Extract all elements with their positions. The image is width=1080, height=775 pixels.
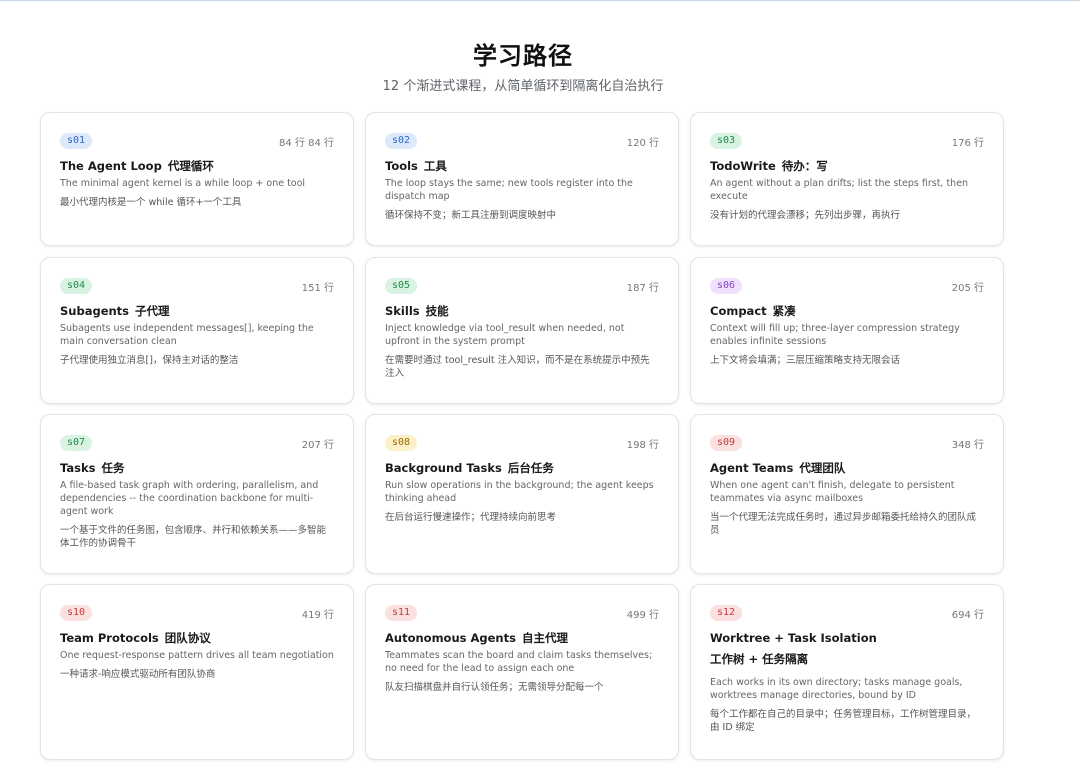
lesson-desc-zh: 没有计划的代理会漂移；先列出步骤，再执行 — [710, 210, 901, 221]
lesson-card-s09[interactable]: s09 348 行 Agent Teams 代理团队 When one agent… — [690, 414, 1004, 574]
lesson-title-zh: 工作树 + 任务隔离 — [710, 652, 809, 666]
line-count: 187 行 — [626, 282, 659, 294]
lesson-desc-zh: 一个基于文件的任务图，包含顺序、并行和依赖关系——多智能体工作的协调骨干 — [60, 525, 327, 549]
lesson-badge: s08 — [385, 435, 418, 451]
lesson-card-s11[interactable]: s11 499 行 Autonomous Agents 自主代理 Teammate… — [365, 584, 679, 760]
lesson-desc-en: Each works in its own directory; tasks m… — [710, 677, 963, 701]
lesson-card-s08[interactable]: s08 198 行 Background Tasks 后台任务 Run slow … — [365, 414, 679, 574]
lesson-desc-zh: 循环保持不变；新工具注册到调度映射中 — [385, 210, 557, 221]
line-count: 419 行 — [301, 609, 334, 621]
lesson-title: Background Tasks 后台任务 — [385, 461, 554, 475]
top-divider — [0, 0, 1080, 1]
page-title: 学习路径 — [473, 42, 573, 70]
lesson-badge: s10 — [60, 605, 93, 621]
lesson-title: Team Protocols 团队协议 — [60, 631, 211, 645]
lesson-badge: s07 — [60, 435, 93, 451]
lesson-badge: s11 — [385, 605, 418, 621]
lesson-desc-zh: 最小代理内核是一个 while 循环+一个工具 — [60, 197, 242, 208]
lesson-card-s01[interactable]: s01 84 行 84 行 The Agent Loop 代理循环 The min… — [40, 112, 354, 246]
line-count: 176 行 — [951, 137, 984, 149]
line-count: 151 行 — [301, 282, 334, 294]
lesson-desc-en: The loop stays the same; new tools regis… — [385, 178, 633, 202]
lesson-desc-en: A file-based task graph with ordering, p… — [60, 480, 319, 517]
lesson-title: Skills 技能 — [385, 304, 449, 318]
lesson-card-s05[interactable]: s05 187 行 Skills 技能 Inject knowledge via … — [365, 257, 679, 404]
lesson-desc-zh: 在后台运行慢速操作；代理持续向前思考 — [385, 512, 557, 523]
line-count: 84 行 84 行 — [279, 137, 334, 149]
lesson-badge: s06 — [710, 278, 743, 294]
line-count: 198 行 — [626, 439, 659, 451]
lesson-title: Tasks 任务 — [60, 461, 125, 475]
lesson-desc-zh: 队友扫描棋盘并自行认领任务；无需领导分配每一个 — [385, 682, 604, 693]
lesson-badge: s12 — [710, 605, 743, 621]
line-count: 348 行 — [951, 439, 984, 451]
lesson-badge: s03 — [710, 133, 743, 149]
lesson-badge: s05 — [385, 278, 418, 294]
lesson-title: TodoWrite 待办：写 — [710, 159, 828, 173]
line-count: 499 行 — [626, 609, 659, 621]
lesson-card-s02[interactable]: s02 120 行 Tools 工具 The loop stays the sam… — [365, 112, 679, 246]
lesson-desc-en: Run slow operations in the background; t… — [385, 480, 654, 504]
lesson-desc-en: When one agent can't finish, delegate to… — [710, 480, 955, 504]
lesson-title: The Agent Loop 代理循环 — [60, 159, 214, 173]
line-count: 207 行 — [301, 439, 334, 451]
lesson-desc-en: An agent without a plan drifts; list the… — [710, 178, 969, 202]
lesson-desc-en: Inject knowledge via tool_result when ne… — [385, 323, 625, 347]
lesson-title: Worktree + Task Isolation — [710, 631, 877, 645]
lesson-badge: s09 — [710, 435, 743, 451]
lesson-title: Subagents 子代理 — [60, 304, 170, 318]
lesson-card-s07[interactable]: s07 207 行 Tasks 任务 A file-based task grap… — [40, 414, 354, 574]
lesson-badge: s01 — [60, 133, 93, 149]
line-count: 205 行 — [951, 282, 984, 294]
lesson-desc-en: The minimal agent kernel is a while loop… — [60, 178, 306, 189]
lesson-title: Compact 紧凑 — [710, 304, 796, 318]
lesson-desc-zh: 当一个代理无法完成任务时，通过异步邮箱委托给持久的团队成员 — [710, 512, 977, 536]
lesson-card-s06[interactable]: s06 205 行 Compact 紧凑 Context will fill up… — [690, 257, 1004, 404]
lesson-desc-en: One request-response pattern drives all … — [60, 650, 334, 661]
lesson-card-s04[interactable]: s04 151 行 Subagents 子代理 Subagents use ind… — [40, 257, 354, 404]
lesson-desc-zh: 一种请求-响应模式驱动所有团队协商 — [60, 669, 216, 680]
lesson-desc-zh: 上下文将会填满；三层压缩策略支持无限会话 — [710, 355, 901, 366]
lesson-desc-en: Context will fill up; three-layer compre… — [710, 323, 960, 347]
lesson-desc-zh: 子代理使用独立消息[]，保持主对话的整洁 — [60, 355, 239, 366]
lesson-title: Tools 工具 — [385, 159, 447, 173]
lesson-desc-zh: 在需要时通过 tool_result 注入知识，而不是在系统提示中预先注入 — [385, 355, 650, 379]
lesson-title: Agent Teams 代理团队 — [710, 461, 846, 475]
lesson-badge: s04 — [60, 278, 93, 294]
lesson-desc-en: Subagents use independent messages[], ke… — [60, 323, 314, 347]
line-count: 694 行 — [951, 609, 984, 621]
lesson-card-s03[interactable]: s03 176 行 TodoWrite 待办：写 An agent without… — [690, 112, 1004, 246]
lesson-desc-zh: 每个工作都在自己的目录中；任务管理目标，工作树管理目录，由 ID 绑定 — [710, 709, 977, 733]
line-count: 120 行 — [626, 137, 659, 149]
lesson-card-s12[interactable]: s12 694 行 Worktree + Task Isolation 工作树 … — [690, 584, 1004, 760]
lesson-card-s10[interactable]: s10 419 行 Team Protocols 团队协议 One request… — [40, 584, 354, 760]
lesson-title: Autonomous Agents 自主代理 — [385, 631, 568, 645]
lesson-badge: s02 — [385, 133, 418, 149]
lesson-desc-en: Teammates scan the board and claim tasks… — [385, 650, 653, 674]
page-subtitle: 12 个渐进式课程，从简单循环到隔离化自治执行 — [382, 79, 664, 94]
